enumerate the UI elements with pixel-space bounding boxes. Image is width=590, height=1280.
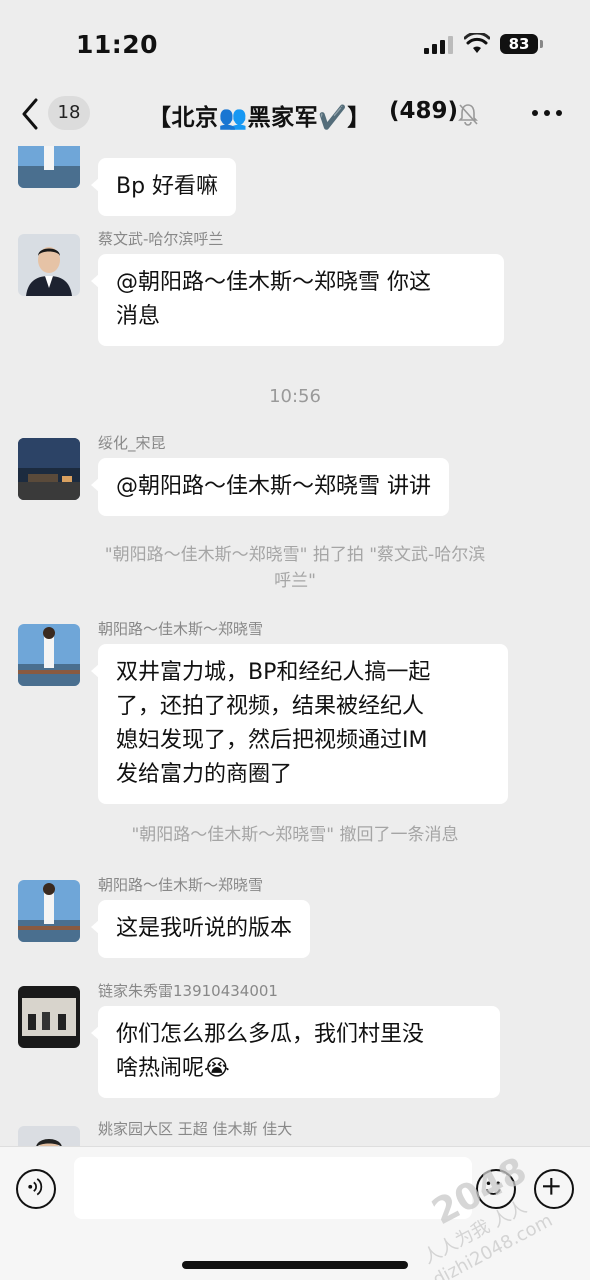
avatar[interactable] bbox=[18, 624, 80, 686]
voice-icon[interactable] bbox=[16, 1169, 56, 1209]
more-dots-icon[interactable] bbox=[532, 110, 562, 118]
system-message-line: "朝阳路～佳木斯～郑晓雪" 拍了拍 "蔡文武-哈尔滨 bbox=[104, 545, 486, 565]
chat-title: 【北京👥黑家军✔️】 bbox=[148, 105, 371, 131]
sender-name: 姚家园大区 王超 佳木斯 佳大 bbox=[98, 1120, 293, 1138]
sender-name: 蔡文武-哈尔滨呼兰 bbox=[98, 230, 224, 248]
emoji-icon[interactable] bbox=[476, 1169, 516, 1209]
chevron-left-icon[interactable] bbox=[18, 96, 42, 132]
avatar[interactable] bbox=[18, 146, 80, 188]
avatar[interactable] bbox=[18, 986, 80, 1048]
message-text-line: 消息 bbox=[116, 304, 161, 329]
message-bubble[interactable]: @朝阳路～佳木斯～郑晓雪 你这 消息 bbox=[91, 254, 504, 346]
avatar[interactable] bbox=[18, 1126, 80, 1146]
message-bubble[interactable]: 这是我听说的版本 bbox=[90, 900, 311, 958]
system-message: "朝阳路～佳木斯～郑晓雪" 撤回了一条消息 bbox=[131, 825, 459, 845]
system-message: "朝阳路～佳木斯～郑晓雪" 拍了拍 "蔡文武-哈尔滨 呼兰" bbox=[40, 542, 550, 594]
message-text-line: 发给富力的商圈了 bbox=[116, 762, 293, 787]
sender-name: 链家朱秀雷13910434001 bbox=[98, 982, 278, 1000]
status-bar: 11:20 83 bbox=[0, 0, 590, 84]
unread-count-badge[interactable]: 18 bbox=[48, 96, 90, 130]
sender-name: 朝阳路～佳木斯～郑晓雪 bbox=[98, 620, 264, 638]
input-bar bbox=[0, 1146, 590, 1280]
system-message-line: 呼兰" bbox=[274, 571, 316, 591]
nav-bar: 18 【北京👥黑家军✔️】 (489) bbox=[0, 84, 590, 146]
message-text-line: 媳妇发现了，然后把视频通过IM bbox=[116, 728, 428, 753]
message-bubble[interactable]: 双井富力城，BP和经纪人搞一起 了，还拍了视频，结果被经纪人 媳妇发现了，然后把… bbox=[91, 644, 508, 804]
message-bubble[interactable]: Bp 好看嘛 bbox=[90, 158, 237, 216]
plus-icon[interactable] bbox=[534, 1169, 574, 1209]
battery-indicator: 83 bbox=[500, 34, 543, 54]
avatar[interactable] bbox=[18, 234, 80, 296]
chat-message-list[interactable]: Bp 好看嘛 蔡文武-哈尔滨呼兰 @朝阳路～佳木斯～郑晓雪 你这 消息 10:5… bbox=[0, 146, 590, 1146]
status-time: 11:20 bbox=[76, 30, 159, 59]
message-text-line: 双井富力城，BP和经纪人搞一起 bbox=[116, 660, 431, 685]
home-indicator bbox=[182, 1261, 408, 1269]
message-input[interactable] bbox=[74, 1157, 472, 1219]
message-bubble[interactable]: @朝阳路～佳木斯～郑晓雪 讲讲 bbox=[91, 458, 449, 516]
message-text-line: 了，还拍了视频，结果被经纪人 bbox=[116, 694, 425, 719]
time-separator: 10:56 bbox=[269, 386, 321, 407]
sender-name: 绥化_宋昆 bbox=[98, 434, 166, 452]
bell-slash-icon bbox=[458, 104, 478, 126]
message-text-line: 你们怎么那么多瓜，我们村里没 bbox=[116, 1022, 425, 1047]
wifi-icon bbox=[464, 33, 490, 53]
message-text-line: 啥热闹呢😭 bbox=[116, 1056, 230, 1081]
avatar[interactable] bbox=[18, 880, 80, 942]
avatar[interactable] bbox=[18, 438, 80, 500]
signal-icon bbox=[424, 36, 453, 54]
member-count: (489) bbox=[389, 98, 459, 124]
sender-name: 朝阳路～佳木斯～郑晓雪 bbox=[98, 876, 264, 894]
message-text-line: @朝阳路～佳木斯～郑晓雪 你这 bbox=[116, 270, 431, 295]
message-bubble[interactable]: 你们怎么那么多瓜，我们村里没 啥热闹呢😭 bbox=[91, 1006, 500, 1098]
